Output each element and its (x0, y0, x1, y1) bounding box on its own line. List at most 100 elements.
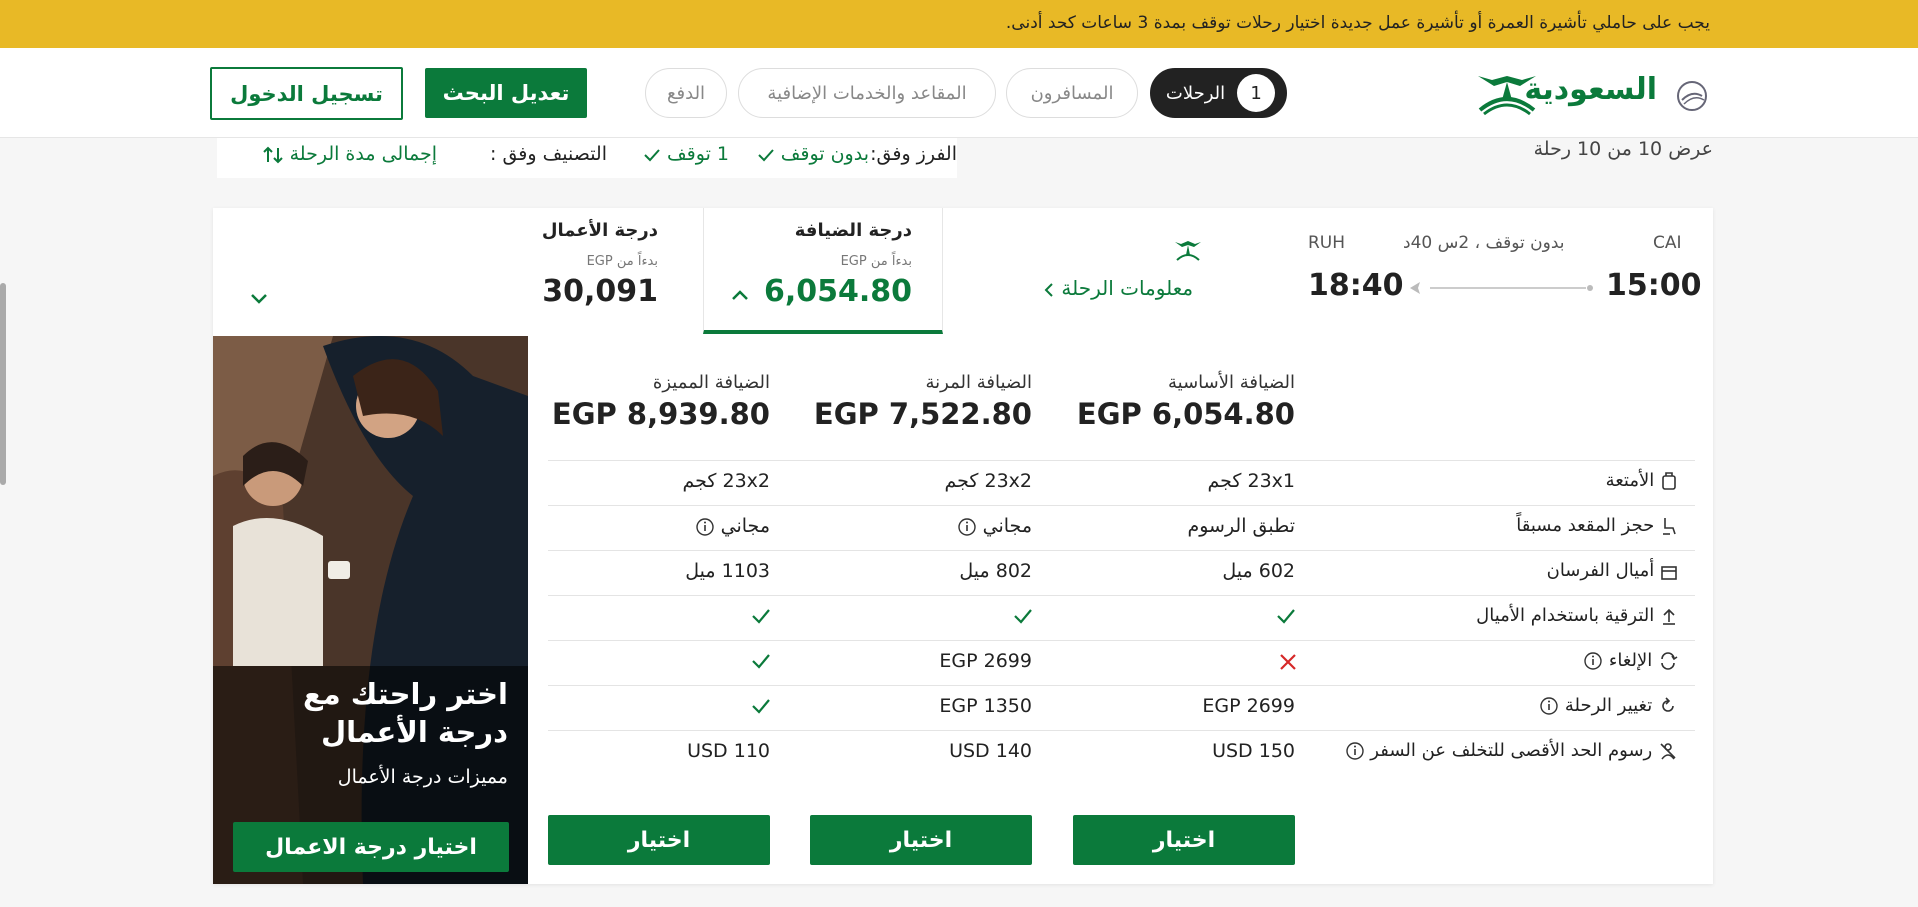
step-label: الدفع (666, 82, 706, 104)
check-icon (757, 148, 774, 161)
row-divider (548, 595, 1695, 596)
modify-search-button[interactable]: تعديل البحث (425, 68, 587, 118)
chevron-left-icon (1044, 282, 1053, 297)
page-scrollbar[interactable] (0, 283, 6, 485)
flight-path-icon (1410, 282, 1593, 294)
info-icon[interactable] (1345, 741, 1365, 761)
cell-miles: 1103 ميل (685, 560, 770, 582)
seat-icon (1663, 518, 1676, 535)
row-divider (548, 550, 1695, 551)
fare-price: EGP 8,939.80 (551, 397, 770, 431)
cell-noshow: USD 150 (1212, 740, 1295, 762)
depart-time: 15:00 (1606, 268, 1702, 303)
cell-baggage: 23x2 كجم (944, 470, 1032, 492)
fare-tab-price: 6,054.80 (763, 274, 912, 309)
origin-code: CAI (1653, 233, 1682, 253)
login-button[interactable]: تسجيل الدخول (210, 67, 403, 120)
cell-seat: مجاني (695, 515, 770, 537)
fare-column-flex: الضيافة المرنة EGP 7,522.80 (810, 372, 1032, 431)
luggage-icon (1662, 472, 1676, 490)
step-seats-extras[interactable]: المقاعد والخدمات الإضافية (738, 68, 996, 118)
row-label-upgrade: الترقية باستخدام الأميال (1476, 605, 1678, 626)
row-label-seat: حجز المقعد مسبقاً (1516, 515, 1678, 536)
no-show-icon (1660, 743, 1676, 760)
fare-column-premium: الضيافة المميزة EGP 8,939.80 (548, 372, 770, 431)
cell-baggage: 23x2 كجم (682, 470, 770, 492)
fare-name: الضيافة المميزة (652, 372, 770, 393)
sort-value: إجمالى مدة الرحلة (289, 143, 437, 165)
filter-by-label: الفرز وفق: (870, 143, 957, 165)
top-header: السعودية 1 الرحلات المسافرون المقاعد وال… (0, 48, 1918, 138)
flight-info-label: معلومات الرحلة (1061, 276, 1194, 300)
flight-info-link[interactable]: معلومات الرحلة (1043, 276, 1193, 300)
fare-name: الضيافة الأساسية (1168, 372, 1295, 393)
fare-tab-from: بدءاً من EGP (840, 254, 912, 269)
fare-tab-title: درجة الضيافة (794, 220, 912, 241)
fare-name: الضيافة المرنة (925, 372, 1032, 393)
chevron-up-icon (732, 290, 748, 300)
gift-icon (1661, 566, 1677, 580)
check-icon (644, 148, 660, 161)
step-passengers[interactable]: المسافرون (1006, 68, 1138, 118)
filter-one-stop-label: 1 توقف (667, 143, 729, 165)
fare-price: EGP 7,522.80 (813, 397, 1032, 431)
check-icon (752, 609, 770, 624)
skyteam-icon (1677, 81, 1707, 111)
info-icon[interactable] (957, 517, 977, 537)
info-icon[interactable] (1583, 651, 1603, 671)
fare-price: EGP 6,054.80 (1076, 397, 1295, 431)
select-flex-button[interactable]: اختيار (810, 815, 1032, 865)
select-premium-button[interactable]: اختيار (548, 815, 770, 865)
row-divider (548, 460, 1695, 461)
check-icon (752, 654, 770, 669)
change-flight-icon (1662, 697, 1674, 712)
filter-bar: عرض 10 من 10 رحلة الفرز وفق: بدون توقف 1… (0, 138, 1918, 178)
step-number: 1 (1237, 74, 1276, 112)
cell-noshow: USD 110 (687, 740, 770, 762)
check-icon (1277, 609, 1295, 624)
step-flights[interactable]: 1 الرحلات (1150, 68, 1287, 118)
fare-tab-price: 30,091 (542, 274, 658, 309)
results-count: عرض 10 من 10 رحلة (1533, 138, 1713, 160)
close-icon (1280, 654, 1296, 670)
cell-noshow: USD 140 (949, 740, 1032, 762)
row-divider (548, 505, 1695, 506)
select-basic-button[interactable]: اختيار (1073, 815, 1295, 865)
refresh-icon (1661, 652, 1678, 670)
select-business-button[interactable]: اختيار درجة الاعمال (233, 822, 509, 872)
cell-change: EGP 1350 (939, 695, 1032, 717)
notice-banner-text: يجب على حاملي تأشيرة العمرة أو تأشيرة عم… (1005, 13, 1710, 33)
fare-tab-guest[interactable]: درجة الضيافة بدءاً من EGP 6,054.80 (703, 208, 943, 334)
filter-controls: الفرز وفق: بدون توقف 1 توقف التصنيف وفق … (217, 138, 957, 178)
promo-subtitle: مميزات درجة الأعمال (337, 766, 508, 788)
business-promo-panel: اختر راحتك مع درجة الأعمال مميزات درجة ا… (213, 336, 528, 884)
saudia-logo[interactable]: السعودية (1472, 68, 1712, 118)
step-payment[interactable]: الدفع (645, 68, 727, 118)
sort-duration[interactable]: إجمالى مدة الرحلة (262, 143, 437, 166)
fare-tab-business[interactable]: درجة الأعمال بدءاً من EGP 30,091 (213, 208, 703, 334)
promo-headline: اختر راحتك مع درجة الأعمال (302, 677, 508, 749)
row-divider (548, 640, 1695, 641)
filter-nonstop-label: بدون توقف (780, 143, 869, 165)
destination-code: RUH (1308, 233, 1346, 253)
row-divider (548, 730, 1695, 731)
filter-nonstop[interactable]: بدون توقف (757, 143, 869, 165)
cell-change: EGP 2699 (1202, 695, 1295, 717)
arrive-time: 18:40 (1308, 268, 1404, 303)
cell-miles: 602 ميل (1222, 560, 1295, 582)
sort-by-label: التصنيف وفق : (490, 143, 607, 165)
info-icon[interactable] (695, 517, 715, 537)
sort-arrows-icon (262, 146, 283, 163)
filter-one-stop[interactable]: 1 توقف (643, 143, 729, 165)
row-divider (548, 685, 1695, 686)
cell-cancel: EGP 2699 (939, 650, 1032, 672)
notice-banner: يجب على حاملي تأشيرة العمرة أو تأشيرة عم… (0, 0, 1918, 48)
info-icon[interactable] (1539, 696, 1559, 716)
step-label: المسافرون (1030, 82, 1114, 104)
stops-duration: بدون توقف ، 2س 40د (1403, 233, 1565, 253)
check-icon (1014, 609, 1032, 624)
airline-palm-icon (1175, 241, 1201, 261)
fare-tab-from: بدءاً من EGP (586, 254, 658, 269)
cell-seat: مجاني (957, 515, 1032, 537)
check-icon (752, 699, 770, 714)
